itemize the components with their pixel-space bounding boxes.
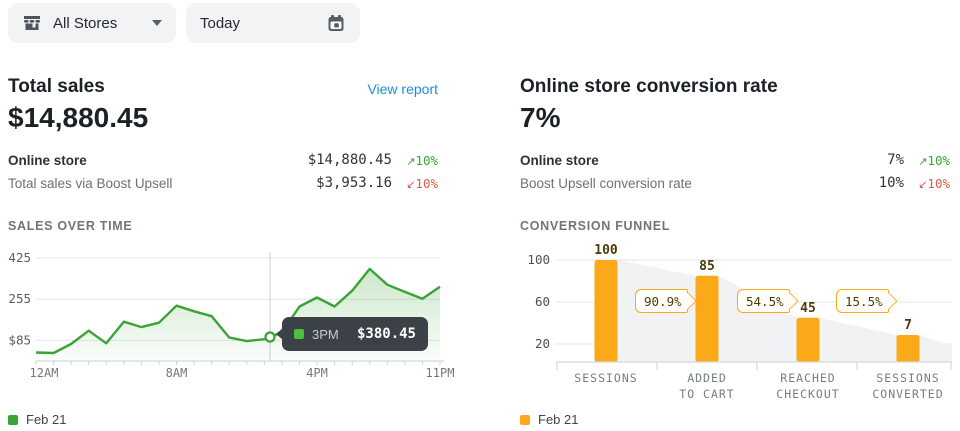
view-report-link[interactable]: View report	[367, 81, 438, 97]
metric-row: Online store 7% ↗10%	[520, 152, 950, 168]
legend-label: Feb 21	[26, 412, 66, 427]
svg-text:20: 20	[535, 336, 550, 351]
trend-delta: ↙10%	[392, 176, 438, 191]
tooltip-series-swatch	[294, 329, 304, 339]
metric-label: Online store	[8, 153, 308, 168]
date-filter-button[interactable]: Today	[186, 3, 360, 43]
metric-label: Total sales via Boost Upsell	[8, 176, 316, 191]
svg-text:100: 100	[594, 243, 618, 258]
svg-text:7: 7	[904, 318, 912, 333]
svg-text:12AM: 12AM	[30, 366, 59, 380]
svg-text:CONVERTED: CONVERTED	[872, 387, 943, 401]
svg-text:45: 45	[800, 301, 816, 316]
conversion-rate-value: 7%	[520, 102, 560, 134]
trend-delta: ↗10%	[904, 153, 950, 168]
trend-delta: ↗10%	[392, 153, 438, 168]
legend-label: Feb 21	[538, 412, 578, 427]
storefront-icon	[22, 13, 42, 33]
section-label: CONVERSION FUNNEL	[520, 219, 670, 233]
legend[interactable]: Feb 21	[8, 412, 66, 427]
total-sales-value: $14,880.45	[8, 102, 148, 134]
legend-swatch	[520, 415, 530, 425]
store-filter-button[interactable]: All Stores	[8, 3, 176, 43]
trend-percent: 10%	[927, 176, 950, 191]
section-label: SALES OVER TIME	[8, 219, 132, 233]
total-sales-panel: Total sales View report $14,880.45 Onlin…	[8, 72, 440, 424]
metric-row: Online store $14,880.45 ↗10%	[8, 152, 438, 168]
sales-over-time-chart[interactable]: $425 $255 $85 12AM 8AM 4PM 11PM	[8, 242, 460, 384]
svg-text:8AM: 8AM	[166, 366, 188, 380]
metric-row: Total sales via Boost Upsell $3,953.16 ↙…	[8, 175, 438, 191]
svg-text:$255: $255	[8, 291, 31, 306]
svg-text:SESSIONS: SESSIONS	[876, 371, 939, 385]
svg-text:ADDED: ADDED	[687, 371, 727, 385]
trend-percent: 10%	[927, 153, 950, 168]
svg-text:60: 60	[535, 294, 550, 309]
store-filter-label: All Stores	[53, 15, 117, 32]
svg-text:CHECKOUT: CHECKOUT	[776, 387, 839, 401]
tooltip-value: $380.45	[357, 326, 416, 342]
analytics-dashboard: All Stores Today Total sales View report…	[0, 0, 960, 431]
svg-text:11PM: 11PM	[426, 366, 455, 380]
svg-text:REACHED: REACHED	[780, 371, 835, 385]
panel-title: Online store conversion rate	[520, 76, 778, 98]
conversion-rate-panel: Online store conversion rate 7% Online s…	[520, 72, 960, 424]
legend[interactable]: Feb 21	[520, 412, 578, 427]
sales-tooltip: 3PM $380.45	[282, 317, 428, 351]
metric-value: $3,953.16	[316, 175, 392, 191]
funnel-badge: 15.5%	[836, 289, 889, 313]
svg-text:4PM: 4PM	[306, 366, 328, 380]
metric-row: Boost Upsell conversion rate 10% ↙10%	[520, 175, 950, 191]
calendar-icon	[326, 13, 346, 33]
svg-text:TO CART: TO CART	[679, 387, 734, 401]
funnel-badge: 54.5%	[737, 289, 790, 313]
svg-text:$425: $425	[8, 250, 31, 265]
svg-text:100: 100	[527, 252, 550, 267]
chevron-down-icon	[152, 20, 162, 26]
legend-swatch	[8, 415, 18, 425]
trend-delta: ↙10%	[904, 176, 950, 191]
metric-label: Boost Upsell conversion rate	[520, 176, 879, 191]
funnel-badge: 90.9%	[635, 289, 688, 313]
trend-percent: 10%	[415, 153, 438, 168]
metric-value: 7%	[887, 152, 904, 168]
tooltip-time: 3PM	[312, 327, 339, 342]
metric-value: 10%	[879, 175, 904, 191]
date-filter-label: Today	[200, 15, 240, 32]
metric-value: $14,880.45	[308, 152, 392, 168]
svg-text:85: 85	[699, 259, 715, 274]
trend-percent: 10%	[415, 176, 438, 191]
metric-label: Online store	[520, 153, 887, 168]
panel-title: Total sales	[8, 76, 105, 98]
conversion-funnel-chart[interactable]: 100 60 20 100 85 45 7 SESSIONS ADDED TO CART REACH…	[520, 242, 960, 404]
svg-text:SESSIONS: SESSIONS	[574, 371, 637, 385]
svg-text:$85: $85	[8, 332, 31, 347]
